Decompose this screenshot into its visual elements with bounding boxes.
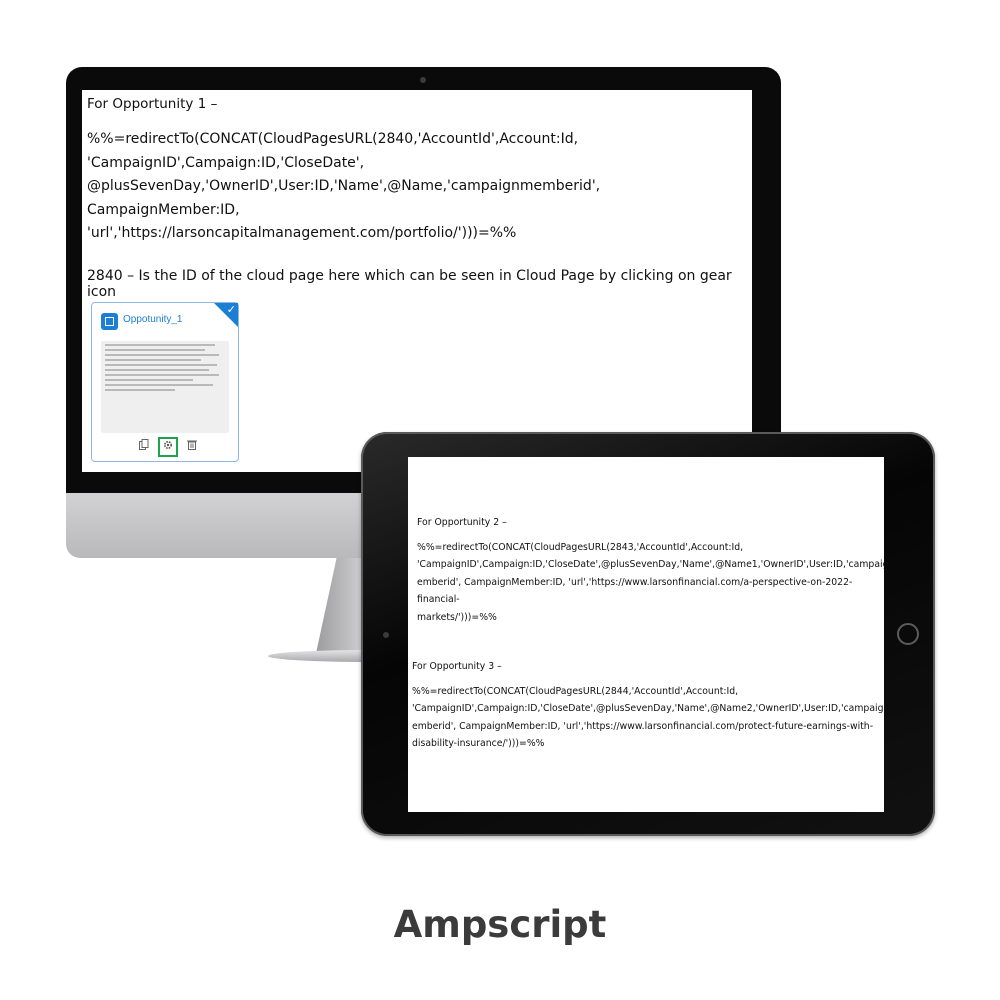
opportunity-1-title: For Opportunity 1 – <box>87 96 218 112</box>
opportunity-2-code: %%=redirectTo(CONCAT(CloudPagesURL(2843,… <box>417 542 884 623</box>
tablet-camera <box>383 632 389 638</box>
cloud-page-preview <box>101 341 229 433</box>
trash-icon[interactable] <box>184 439 200 455</box>
cloud-page-icon <box>101 313 118 330</box>
tablet-home-button[interactable] <box>897 623 919 645</box>
copy-icon[interactable] <box>136 439 152 455</box>
opportunity-3-title: For Opportunity 3 – <box>412 661 502 672</box>
cloud-page-name[interactable]: Oppotunity_1 <box>123 314 183 325</box>
checkmark-icon: ✓ <box>226 304 236 316</box>
opportunity-1-code: %%=redirectTo(CONCAT(CloudPagesURL(2840,… <box>87 131 601 241</box>
monitor-screen: For Opportunity 1 – %%=redirectTo(CONCAT… <box>82 90 752 472</box>
gear-icon[interactable] <box>158 437 178 457</box>
cloud-page-card[interactable]: ✓ Oppotunity_1 <box>91 302 239 462</box>
cloud-page-id-note: 2840 – Is the ID of the cloud page here … <box>87 268 732 300</box>
monitor-camera <box>420 77 426 83</box>
cloud-page-toolbar <box>136 437 200 457</box>
tablet-screen: For Opportunity 2 – %%=redirectTo(CONCAT… <box>408 457 884 812</box>
opportunity-2-title: For Opportunity 2 – <box>417 517 507 528</box>
opportunity-3-code: %%=redirectTo(CONCAT(CloudPagesURL(2844,… <box>412 686 884 750</box>
caption-title: Ampscript <box>393 903 607 946</box>
